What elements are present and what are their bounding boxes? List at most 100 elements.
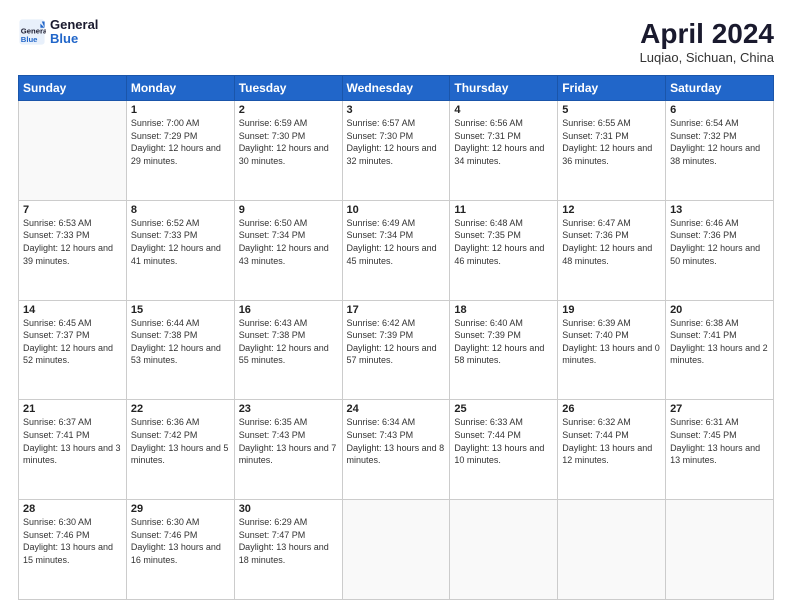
day-number: 2 (239, 104, 338, 116)
calendar-cell: 2 Sunrise: 6:59 AMSunset: 7:30 PMDayligh… (234, 101, 342, 201)
calendar-cell (19, 101, 127, 201)
title-block: April 2024 Luqiao, Sichuan, China (640, 18, 774, 65)
calendar-week-row: 7 Sunrise: 6:53 AMSunset: 7:33 PMDayligh… (19, 200, 774, 300)
calendar-cell: 20 Sunrise: 6:38 AMSunset: 7:41 PMDaylig… (666, 300, 774, 400)
weekday-header: Saturday (666, 76, 774, 101)
cell-info: Sunrise: 6:38 AMSunset: 7:41 PMDaylight:… (670, 317, 769, 367)
cell-info: Sunrise: 6:45 AMSunset: 7:37 PMDaylight:… (23, 317, 122, 367)
cell-info: Sunrise: 6:44 AMSunset: 7:38 PMDaylight:… (131, 317, 230, 367)
calendar-cell: 24 Sunrise: 6:34 AMSunset: 7:43 PMDaylig… (342, 400, 450, 500)
logo-general: General (50, 18, 98, 32)
calendar-cell (450, 500, 558, 600)
day-number: 14 (23, 304, 122, 316)
calendar-cell: 12 Sunrise: 6:47 AMSunset: 7:36 PMDaylig… (558, 200, 666, 300)
day-number: 1 (131, 104, 230, 116)
cell-info: Sunrise: 6:36 AMSunset: 7:42 PMDaylight:… (131, 416, 230, 466)
calendar-cell: 29 Sunrise: 6:30 AMSunset: 7:46 PMDaylig… (126, 500, 234, 600)
cell-info: Sunrise: 6:57 AMSunset: 7:30 PMDaylight:… (347, 117, 446, 167)
calendar-cell: 25 Sunrise: 6:33 AMSunset: 7:44 PMDaylig… (450, 400, 558, 500)
calendar-cell: 30 Sunrise: 6:29 AMSunset: 7:47 PMDaylig… (234, 500, 342, 600)
day-number: 10 (347, 204, 446, 216)
day-number: 16 (239, 304, 338, 316)
calendar-cell: 16 Sunrise: 6:43 AMSunset: 7:38 PMDaylig… (234, 300, 342, 400)
cell-info: Sunrise: 6:47 AMSunset: 7:36 PMDaylight:… (562, 217, 661, 267)
logo-blue: Blue (50, 32, 98, 46)
header: General Blue General Blue April 2024 Luq… (18, 18, 774, 65)
day-number: 27 (670, 403, 769, 415)
cell-info: Sunrise: 7:00 AMSunset: 7:29 PMDaylight:… (131, 117, 230, 167)
logo: General Blue General Blue (18, 18, 98, 47)
calendar-cell: 22 Sunrise: 6:36 AMSunset: 7:42 PMDaylig… (126, 400, 234, 500)
logo-icon: General Blue (18, 18, 46, 46)
calendar-cell: 28 Sunrise: 6:30 AMSunset: 7:46 PMDaylig… (19, 500, 127, 600)
cell-info: Sunrise: 6:32 AMSunset: 7:44 PMDaylight:… (562, 416, 661, 466)
calendar-cell: 1 Sunrise: 7:00 AMSunset: 7:29 PMDayligh… (126, 101, 234, 201)
calendar-cell: 10 Sunrise: 6:49 AMSunset: 7:34 PMDaylig… (342, 200, 450, 300)
calendar-cell: 4 Sunrise: 6:56 AMSunset: 7:31 PMDayligh… (450, 101, 558, 201)
calendar-cell: 17 Sunrise: 6:42 AMSunset: 7:39 PMDaylig… (342, 300, 450, 400)
weekday-header: Monday (126, 76, 234, 101)
cell-info: Sunrise: 6:34 AMSunset: 7:43 PMDaylight:… (347, 416, 446, 466)
day-number: 29 (131, 503, 230, 515)
day-number: 20 (670, 304, 769, 316)
cell-info: Sunrise: 6:37 AMSunset: 7:41 PMDaylight:… (23, 416, 122, 466)
calendar-cell: 13 Sunrise: 6:46 AMSunset: 7:36 PMDaylig… (666, 200, 774, 300)
cell-info: Sunrise: 6:33 AMSunset: 7:44 PMDaylight:… (454, 416, 553, 466)
day-number: 4 (454, 104, 553, 116)
day-number: 24 (347, 403, 446, 415)
calendar-week-row: 1 Sunrise: 7:00 AMSunset: 7:29 PMDayligh… (19, 101, 774, 201)
calendar-cell: 6 Sunrise: 6:54 AMSunset: 7:32 PMDayligh… (666, 101, 774, 201)
calendar-cell: 19 Sunrise: 6:39 AMSunset: 7:40 PMDaylig… (558, 300, 666, 400)
cell-info: Sunrise: 6:55 AMSunset: 7:31 PMDaylight:… (562, 117, 661, 167)
day-number: 5 (562, 104, 661, 116)
cell-info: Sunrise: 6:39 AMSunset: 7:40 PMDaylight:… (562, 317, 661, 367)
calendar-cell: 18 Sunrise: 6:40 AMSunset: 7:39 PMDaylig… (450, 300, 558, 400)
calendar-cell: 14 Sunrise: 6:45 AMSunset: 7:37 PMDaylig… (19, 300, 127, 400)
cell-info: Sunrise: 6:30 AMSunset: 7:46 PMDaylight:… (131, 516, 230, 566)
calendar-cell: 15 Sunrise: 6:44 AMSunset: 7:38 PMDaylig… (126, 300, 234, 400)
day-number: 25 (454, 403, 553, 415)
cell-info: Sunrise: 6:59 AMSunset: 7:30 PMDaylight:… (239, 117, 338, 167)
calendar-header-row: SundayMondayTuesdayWednesdayThursdayFrid… (19, 76, 774, 101)
calendar-cell: 26 Sunrise: 6:32 AMSunset: 7:44 PMDaylig… (558, 400, 666, 500)
cell-info: Sunrise: 6:30 AMSunset: 7:46 PMDaylight:… (23, 516, 122, 566)
day-number: 13 (670, 204, 769, 216)
day-number: 9 (239, 204, 338, 216)
cell-info: Sunrise: 6:31 AMSunset: 7:45 PMDaylight:… (670, 416, 769, 466)
calendar-cell: 11 Sunrise: 6:48 AMSunset: 7:35 PMDaylig… (450, 200, 558, 300)
calendar-week-row: 14 Sunrise: 6:45 AMSunset: 7:37 PMDaylig… (19, 300, 774, 400)
day-number: 8 (131, 204, 230, 216)
cell-info: Sunrise: 6:42 AMSunset: 7:39 PMDaylight:… (347, 317, 446, 367)
cell-info: Sunrise: 6:29 AMSunset: 7:47 PMDaylight:… (239, 516, 338, 566)
calendar-week-row: 21 Sunrise: 6:37 AMSunset: 7:41 PMDaylig… (19, 400, 774, 500)
cell-info: Sunrise: 6:56 AMSunset: 7:31 PMDaylight:… (454, 117, 553, 167)
cell-info: Sunrise: 6:40 AMSunset: 7:39 PMDaylight:… (454, 317, 553, 367)
day-number: 23 (239, 403, 338, 415)
weekday-header: Tuesday (234, 76, 342, 101)
day-number: 7 (23, 204, 122, 216)
day-number: 22 (131, 403, 230, 415)
day-number: 3 (347, 104, 446, 116)
cell-info: Sunrise: 6:49 AMSunset: 7:34 PMDaylight:… (347, 217, 446, 267)
page-title: April 2024 (640, 18, 774, 50)
cell-info: Sunrise: 6:50 AMSunset: 7:34 PMDaylight:… (239, 217, 338, 267)
calendar-cell: 21 Sunrise: 6:37 AMSunset: 7:41 PMDaylig… (19, 400, 127, 500)
weekday-header: Friday (558, 76, 666, 101)
cell-info: Sunrise: 6:53 AMSunset: 7:33 PMDaylight:… (23, 217, 122, 267)
calendar-cell (558, 500, 666, 600)
calendar-cell: 7 Sunrise: 6:53 AMSunset: 7:33 PMDayligh… (19, 200, 127, 300)
cell-info: Sunrise: 6:54 AMSunset: 7:32 PMDaylight:… (670, 117, 769, 167)
calendar-cell: 5 Sunrise: 6:55 AMSunset: 7:31 PMDayligh… (558, 101, 666, 201)
calendar-cell: 8 Sunrise: 6:52 AMSunset: 7:33 PMDayligh… (126, 200, 234, 300)
day-number: 28 (23, 503, 122, 515)
calendar-week-row: 28 Sunrise: 6:30 AMSunset: 7:46 PMDaylig… (19, 500, 774, 600)
logo-text: General Blue (50, 18, 98, 47)
day-number: 15 (131, 304, 230, 316)
page-subtitle: Luqiao, Sichuan, China (640, 50, 774, 65)
calendar-cell: 9 Sunrise: 6:50 AMSunset: 7:34 PMDayligh… (234, 200, 342, 300)
cell-info: Sunrise: 6:46 AMSunset: 7:36 PMDaylight:… (670, 217, 769, 267)
weekday-header: Wednesday (342, 76, 450, 101)
calendar-cell (666, 500, 774, 600)
calendar-cell: 3 Sunrise: 6:57 AMSunset: 7:30 PMDayligh… (342, 101, 450, 201)
day-number: 17 (347, 304, 446, 316)
